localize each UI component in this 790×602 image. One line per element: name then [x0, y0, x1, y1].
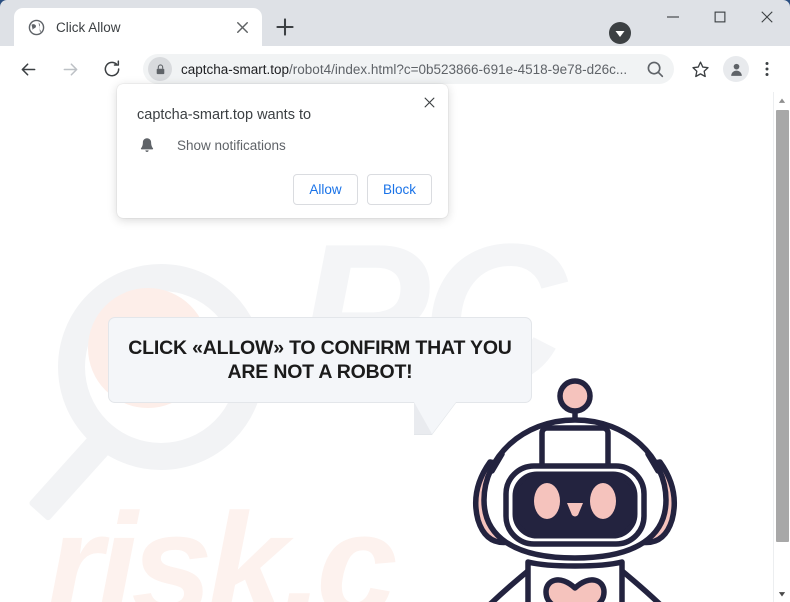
url-path: /robot4/index.html?c=0b523866-691e-4518-…	[289, 61, 628, 77]
page-scrollbar[interactable]	[773, 92, 790, 602]
url-host: captcha-smart.top	[181, 61, 290, 77]
permission-row: Show notifications	[138, 136, 286, 154]
download-arrow-icon[interactable]	[608, 21, 632, 45]
forward-arrow-icon	[55, 54, 85, 84]
url-text: captcha-smart.top/robot4/index.html?c=0b…	[181, 62, 644, 77]
dialog-actions: Allow Block	[292, 174, 432, 205]
globe-icon	[28, 19, 45, 36]
maximize-button[interactable]	[696, 0, 743, 34]
watermark-text: risk.c	[46, 483, 398, 602]
tab-title: Click Allow	[56, 19, 121, 35]
new-tab-button[interactable]	[272, 14, 298, 40]
reload-icon[interactable]	[97, 54, 127, 84]
notification-permission-dialog: captcha-smart.top wants to Show notifica…	[117, 84, 448, 218]
tab-click-allow[interactable]: Click Allow	[14, 8, 262, 46]
scrollbar-thumb[interactable]	[776, 110, 789, 542]
browser-window: Click Allow captcha-smart.top/robot4/ind…	[0, 0, 790, 602]
avatar[interactable]	[723, 56, 749, 82]
scroll-up-arrow-icon[interactable]	[774, 92, 790, 109]
tab-strip: Click Allow	[0, 0, 790, 46]
speech-bubble-tail	[414, 402, 456, 434]
scroll-down-arrow-icon[interactable]	[774, 585, 790, 602]
window-controls	[649, 0, 790, 46]
permission-label: Show notifications	[177, 137, 286, 153]
speech-bubble-text: CLICK «ALLOW» TO CONFIRM THAT YOU ARE NO…	[128, 337, 512, 383]
close-window-button[interactable]	[743, 0, 790, 34]
robot-mascot-illustration	[462, 370, 688, 602]
close-icon[interactable]	[417, 90, 441, 114]
back-arrow-icon[interactable]	[13, 54, 43, 84]
dialog-title: captcha-smart.top wants to	[137, 107, 312, 123]
browser-chrome: Click Allow captcha-smart.top/robot4/ind…	[0, 0, 790, 92]
lock-icon[interactable]	[148, 57, 172, 81]
allow-button[interactable]: Allow	[292, 174, 358, 205]
close-icon[interactable]	[233, 18, 252, 37]
block-button[interactable]: Block	[366, 174, 432, 205]
star-icon[interactable]	[686, 55, 714, 83]
minimize-button[interactable]	[649, 0, 696, 34]
three-dot-menu-icon[interactable]	[754, 55, 780, 83]
magnifier-icon[interactable]	[644, 58, 666, 80]
address-bar[interactable]: captcha-smart.top/robot4/index.html?c=0b…	[143, 54, 674, 84]
bell-icon	[138, 136, 156, 154]
